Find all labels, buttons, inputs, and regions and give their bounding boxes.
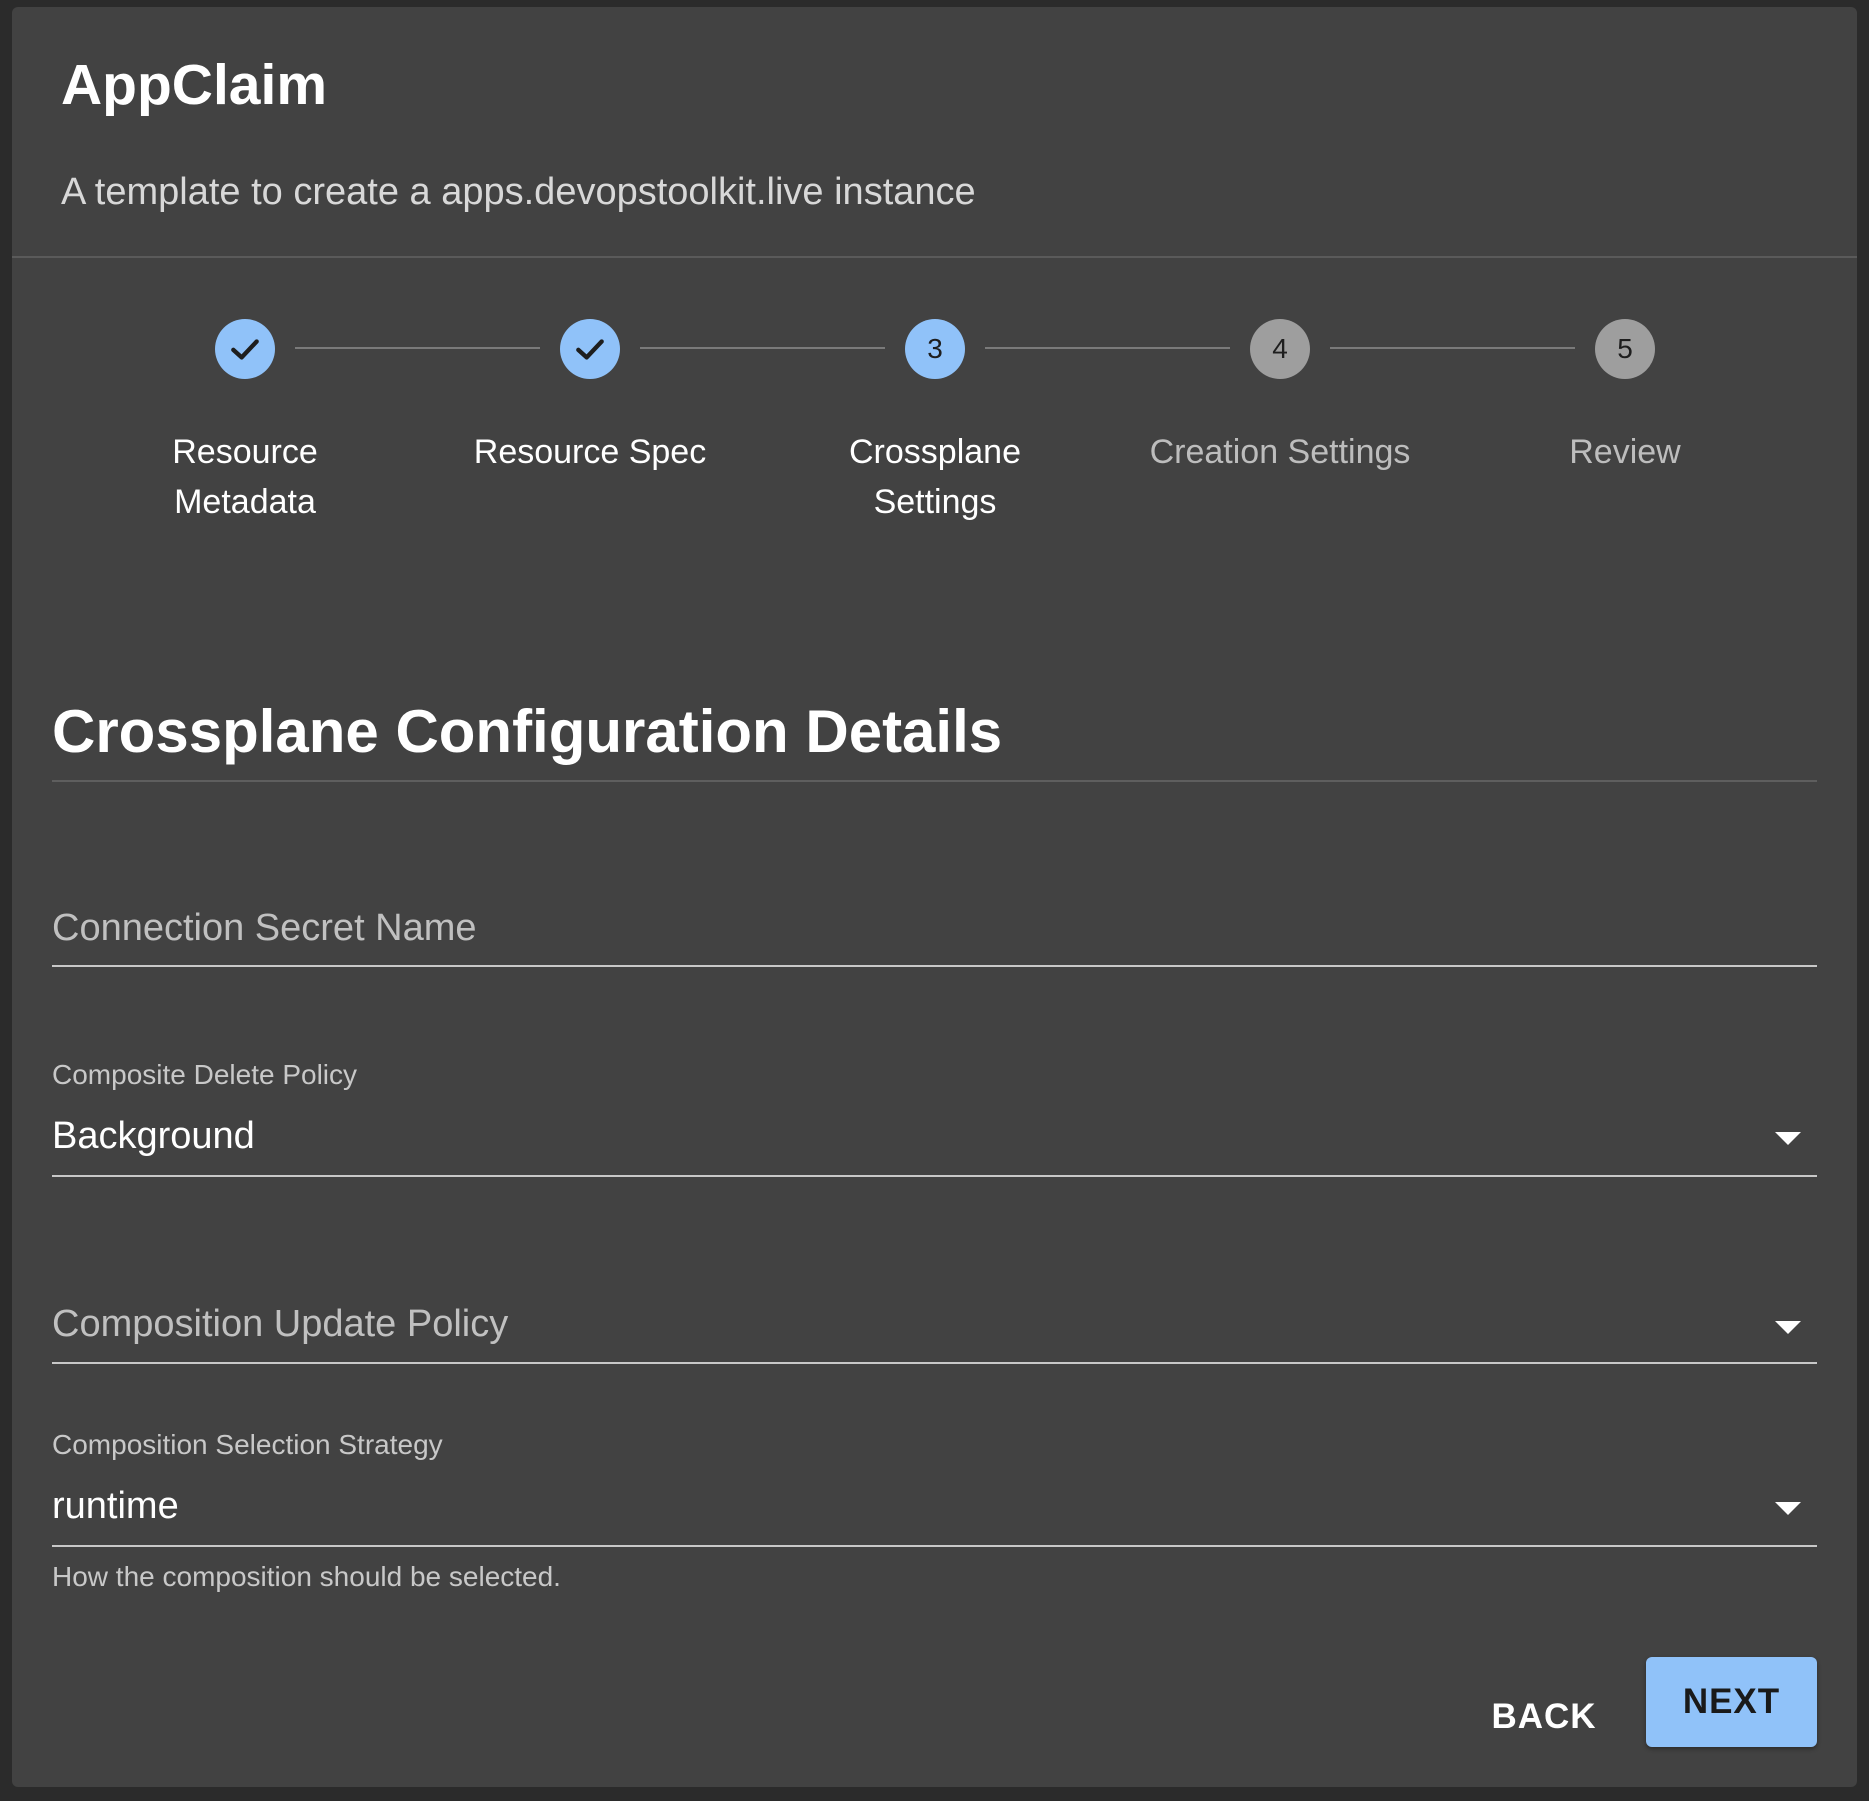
step-3-indicator: 3 bbox=[905, 319, 965, 379]
check-icon bbox=[576, 339, 604, 360]
step-4-number: 4 bbox=[1272, 333, 1288, 364]
field-underline bbox=[52, 1545, 1817, 1547]
step-connector bbox=[985, 347, 1230, 349]
step-label-resource-metadata[interactable]: Resource Metadata bbox=[95, 427, 395, 527]
section-divider bbox=[52, 780, 1817, 782]
step-connector bbox=[640, 347, 885, 349]
dropdown-arrow-icon bbox=[1775, 1132, 1801, 1145]
step-label-line: Review bbox=[1569, 433, 1681, 471]
section-title: Crossplane Configuration Details bbox=[52, 698, 1003, 765]
composition-selection-strategy-select[interactable]: Composition Selection Strategy runtime bbox=[52, 1422, 1817, 1547]
step-4-indicator: 4 bbox=[1250, 319, 1310, 379]
step-connector bbox=[295, 347, 540, 349]
step-label-line: Resource bbox=[172, 433, 318, 471]
step-1-completed-indicator[interactable] bbox=[215, 319, 275, 379]
field-underline bbox=[52, 1175, 1817, 1177]
field-underline bbox=[52, 965, 1817, 967]
step-label-creation-settings: Creation Settings bbox=[1130, 427, 1430, 477]
step-label-review: Review bbox=[1475, 427, 1775, 477]
composite-delete-policy-label: Composite Delete Policy bbox=[52, 1059, 358, 1090]
composition-selection-strategy-helper: How the composition should be selected. bbox=[52, 1561, 561, 1592]
check-icon bbox=[231, 339, 259, 360]
page-subtitle: A template to create a apps.devopstoolki… bbox=[61, 171, 976, 213]
step-5-indicator: 5 bbox=[1595, 319, 1655, 379]
composition-update-policy-placeholder: Composition Update Policy bbox=[52, 1303, 509, 1345]
composite-delete-policy-value: Background bbox=[52, 1115, 255, 1157]
next-button[interactable]: NEXT bbox=[1646, 1657, 1817, 1747]
composite-delete-policy-select[interactable]: Composite Delete Policy Background bbox=[52, 1052, 1817, 1177]
step-label-line: Crossplane bbox=[849, 433, 1021, 471]
composition-update-policy-select[interactable]: Composition Update Policy bbox=[52, 1277, 1817, 1364]
page-title: AppClaim bbox=[61, 53, 328, 117]
step-2-completed-indicator[interactable] bbox=[560, 319, 620, 379]
dropdown-arrow-icon bbox=[1775, 1321, 1801, 1334]
dropdown-arrow-icon bbox=[1775, 1502, 1801, 1515]
field-underline bbox=[52, 1362, 1817, 1364]
step-label-line: Creation Settings bbox=[1149, 433, 1411, 471]
connection-secret-name-placeholder: Connection Secret Name bbox=[52, 907, 477, 949]
back-button[interactable]: BACK bbox=[1484, 1687, 1604, 1747]
step-3-number: 3 bbox=[927, 333, 943, 364]
step-label-crossplane-settings: Crossplane Settings bbox=[785, 427, 1085, 527]
connection-secret-name-field[interactable]: Connection Secret Name bbox=[52, 887, 1817, 967]
step-5-number: 5 bbox=[1617, 333, 1633, 364]
template-header: AppClaim A template to create a apps.dev… bbox=[12, 7, 1857, 258]
template-wizard-card: AppClaim A template to create a apps.dev… bbox=[12, 7, 1857, 1787]
step-connector bbox=[1330, 347, 1575, 349]
composition-selection-strategy-label: Composition Selection Strategy bbox=[52, 1429, 443, 1460]
step-label-resource-spec[interactable]: Resource Spec bbox=[440, 427, 740, 477]
step-label-line: Resource Spec bbox=[473, 433, 707, 471]
step-label-line: Settings bbox=[873, 483, 997, 521]
step-label-line: Metadata bbox=[174, 483, 316, 521]
composition-selection-strategy-value: runtime bbox=[52, 1485, 179, 1527]
